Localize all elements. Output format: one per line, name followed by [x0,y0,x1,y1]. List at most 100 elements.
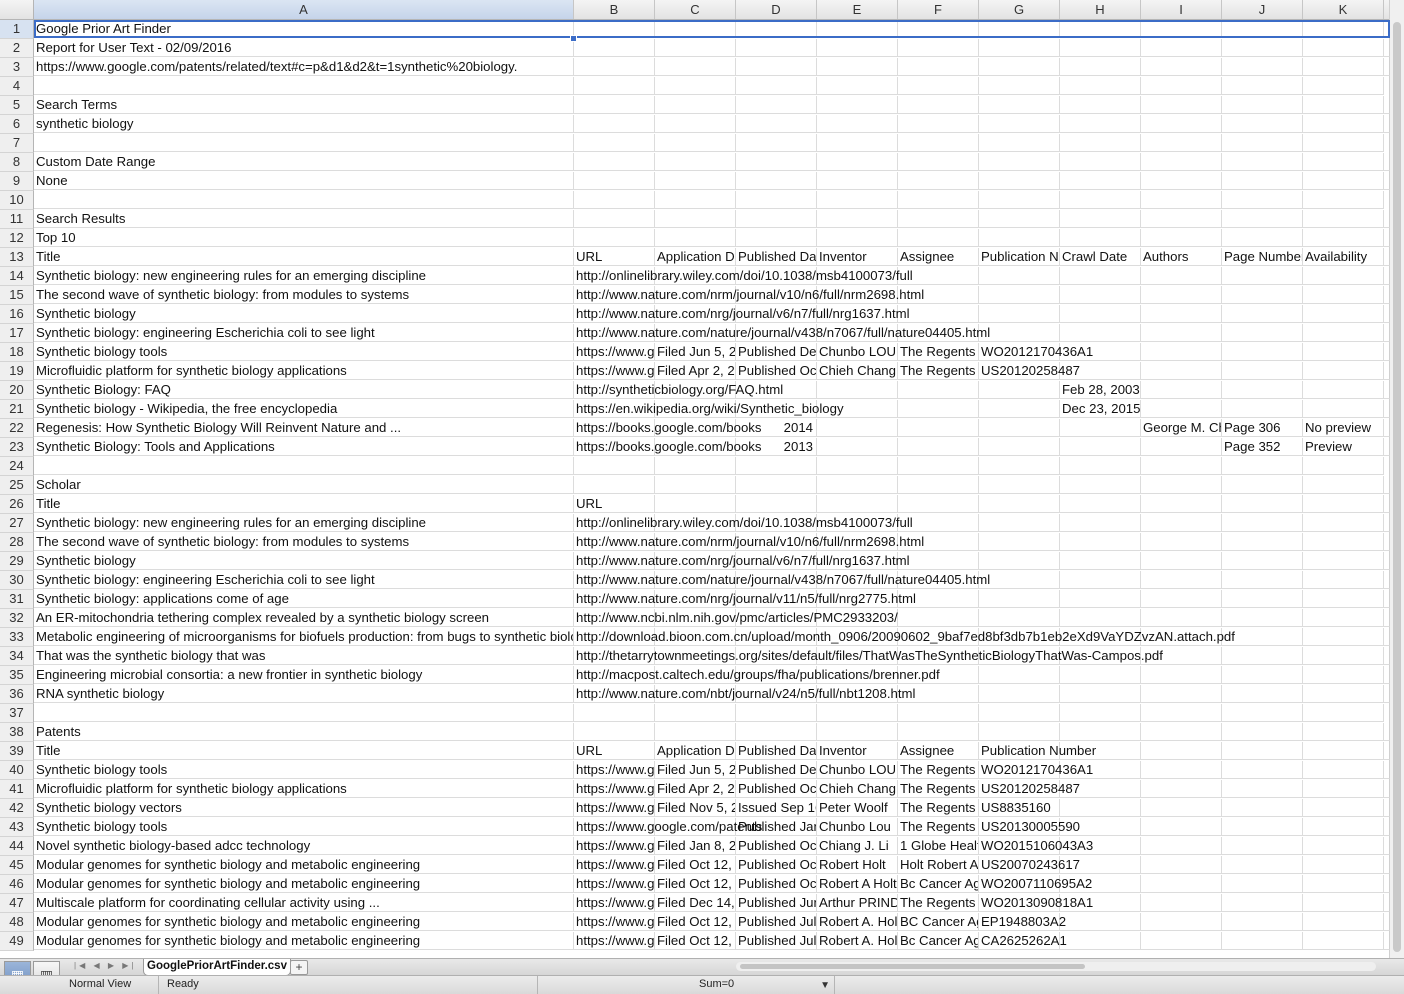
row-header[interactable]: 45 [0,856,34,875]
empty-cell[interactable] [574,77,655,95]
column-header-j[interactable]: J [1222,0,1303,19]
cell-b35[interactable]: http://macpost.caltech.edu/groups/fha/pu… [574,666,1390,684]
select-all-corner[interactable] [0,0,34,19]
empty-cell[interactable] [979,191,1060,209]
cell-a38[interactable]: Patents [34,723,1390,741]
cell-b14[interactable]: http://onlinelibrary.wiley.com/doi/10.10… [574,267,1390,285]
empty-cell[interactable] [1222,77,1303,95]
cell-a48[interactable]: Modular genomes for synthetic biology an… [34,913,574,931]
empty-cell[interactable] [736,704,817,722]
row-header[interactable]: 3 [0,58,34,77]
empty-cell[interactable] [1303,457,1384,475]
cell-g18[interactable]: WO2012170436A1 [979,343,1390,361]
cell-a32[interactable]: An ER-mitochondria tethering complex rev… [34,609,574,627]
cell-a25[interactable]: Scholar [34,476,1390,494]
cell-b20[interactable]: http://syntheticbiology.org/FAQ.html [574,381,1060,399]
empty-cell[interactable] [898,457,979,475]
empty-cell[interactable] [1303,704,1384,722]
cell-f49[interactable]: Bc Cancer Agency [898,932,979,950]
fill-handle[interactable] [570,35,577,42]
cell-g39[interactable]: Publication Number [979,742,1390,760]
row-header[interactable]: 48 [0,913,34,932]
cell-a26[interactable]: Title [34,495,574,513]
cell-d40[interactable]: Published Dec [736,761,817,779]
empty-cell[interactable] [817,134,898,152]
cell-a40[interactable]: Synthetic biology tools [34,761,574,779]
cell-e41[interactable]: Chieh Chang [817,780,898,798]
cell-g41[interactable]: US20120258487 [979,780,1390,798]
cell-e45[interactable]: Robert Holt [817,856,898,874]
cell-a9[interactable]: None [34,172,1390,190]
empty-cell[interactable] [34,191,574,209]
cell-b28[interactable]: http://www.nature.com/nrm/journal/v10/n6… [574,533,1390,551]
row-header[interactable]: 23 [0,438,34,457]
cell-a17[interactable]: Synthetic biology: engineering Escherich… [34,324,574,342]
cell-f42[interactable]: The Regents [898,799,979,817]
cell-k13[interactable]: Availability [1303,248,1390,266]
cell-a35[interactable]: Engineering microbial consortia: a new f… [34,666,574,684]
cell-g47[interactable]: WO2013090818A1 [979,894,1390,912]
column-header-h[interactable]: H [1060,0,1141,19]
cell-e49[interactable]: Robert A. Holt [817,932,898,950]
cell-a46[interactable]: Modular genomes for synthetic biology an… [34,875,574,893]
row-header[interactable]: 34 [0,647,34,666]
empty-cell[interactable] [1303,191,1384,209]
cell-b29[interactable]: http://www.nature.com/nrg/journal/v6/n7/… [574,552,1390,570]
column-header-i[interactable]: I [1141,0,1222,19]
empty-cell[interactable] [574,704,655,722]
cell-b17[interactable]: http://www.nature.com/nature/journal/v43… [574,324,1390,342]
empty-cell[interactable] [1060,457,1141,475]
row-header[interactable]: 1 [0,20,34,39]
cell-g42[interactable]: US8835160 [979,799,1390,817]
cell-a3[interactable]: https://www.google.com/patents/related/t… [34,58,1390,76]
empty-cell[interactable] [898,704,979,722]
cell-c46[interactable]: Filed Oct 12, 2006 [655,875,736,893]
cell-a36[interactable]: RNA synthetic biology [34,685,574,703]
cell-d41[interactable]: Published Oct [736,780,817,798]
cell-h13[interactable]: Crawl Date [1060,248,1141,266]
cell-b31[interactable]: http://www.nature.com/nrg/journal/v11/n5… [574,590,1390,608]
column-header-f[interactable]: F [898,0,979,19]
cell-a18[interactable]: Synthetic biology tools [34,343,574,361]
cell-g48[interactable]: EP1948803A2 [979,913,1390,931]
cell-e19[interactable]: Chieh Chang [817,362,898,380]
cell-g44[interactable]: WO2015106043A3 [979,837,1390,855]
row-header[interactable]: 26 [0,495,34,514]
empty-cell[interactable] [1060,419,1141,437]
row-header[interactable]: 13 [0,248,34,267]
cell-b47[interactable]: https://www.google.com/patents [574,894,655,912]
cell-a27[interactable]: Synthetic biology: new engineering rules… [34,514,574,532]
cell-b43[interactable]: https://www.google.com/patents [574,818,762,836]
row-header[interactable]: 36 [0,685,34,704]
empty-cell[interactable] [1141,457,1222,475]
cell-a13[interactable]: Title [34,248,574,266]
empty-cell[interactable] [574,191,655,209]
cell-a34[interactable]: That was the synthetic biology that was [34,647,574,665]
cell-d47[interactable]: Published Jun [736,894,817,912]
empty-cell[interactable] [34,77,574,95]
row-header[interactable]: 2 [0,39,34,58]
empty-cell[interactable] [655,457,736,475]
cell-a49[interactable]: Modular genomes for synthetic biology an… [34,932,574,950]
cell-e44[interactable]: Chiang J. Li [817,837,898,855]
cell-c18[interactable]: Filed Jun 5, 2012 [655,343,736,361]
cell-b13[interactable]: URL [574,248,655,266]
cell-e48[interactable]: Robert A. Holt [817,913,898,931]
empty-cell[interactable] [817,419,898,437]
cell-f46[interactable]: Bc Cancer Agency [898,875,979,893]
row-header[interactable]: 46 [0,875,34,894]
row-header[interactable]: 14 [0,267,34,286]
empty-cell[interactable] [1141,438,1222,456]
cell-j23[interactable]: Page 352 [1222,438,1303,456]
cell-b48[interactable]: https://www.google.com/patents [574,913,655,931]
cell-c44[interactable]: Filed Jan 8, 2015 [655,837,736,855]
cell-b46[interactable]: https://www.google.com/patents [574,875,655,893]
cell-a28[interactable]: The second wave of synthetic biology: fr… [34,533,574,551]
cell-c40[interactable]: Filed Jun 5, 2012 [655,761,736,779]
cell-a8[interactable]: Custom Date Range [34,153,1390,171]
cell-a16[interactable]: Synthetic biology [34,305,574,323]
cell-a39[interactable]: Title [34,742,574,760]
row-header[interactable]: 9 [0,172,34,191]
column-header-c[interactable]: C [655,0,736,19]
empty-cell[interactable] [655,191,736,209]
